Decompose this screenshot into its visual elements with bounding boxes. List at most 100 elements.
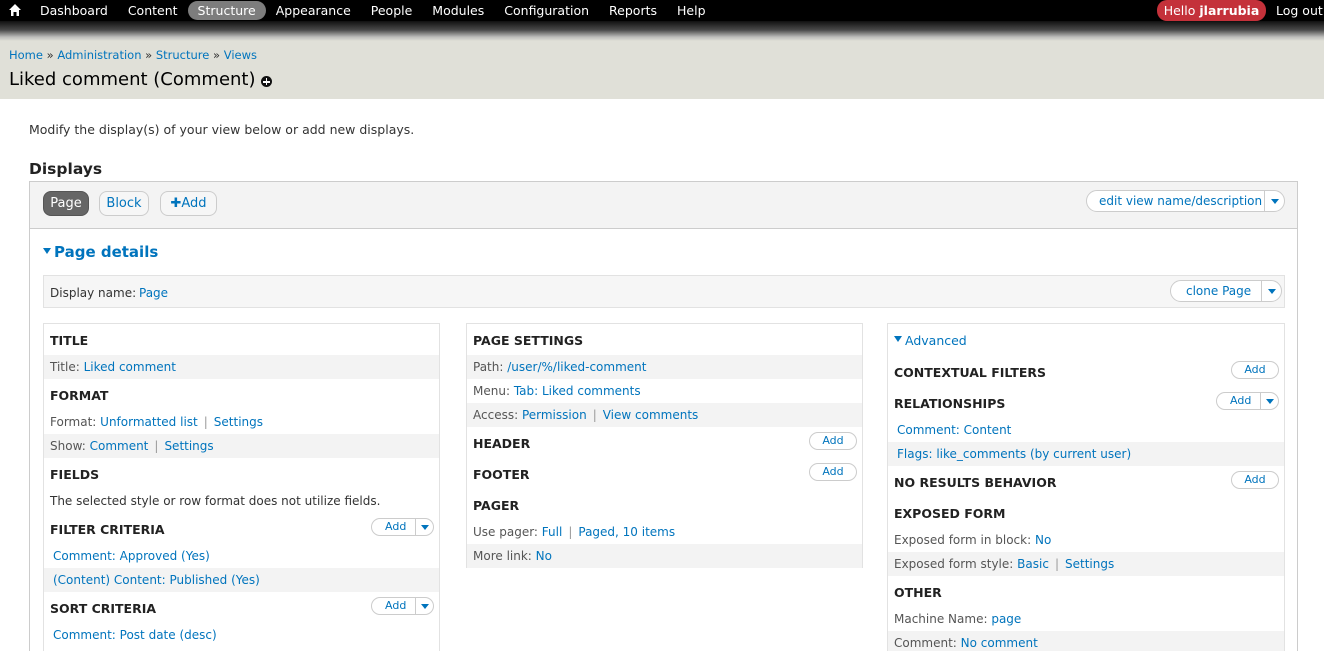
breadcrumb: Home » Administration » Structure » View… <box>9 48 257 62</box>
pager-items-link[interactable]: Paged, 10 items <box>578 525 675 539</box>
chevron-down-icon[interactable] <box>1261 281 1281 301</box>
edit-view-name-button[interactable]: edit view name/description <box>1086 190 1285 212</box>
toolbar-item-appearance[interactable]: Appearance <box>266 1 361 20</box>
user-greeting[interactable]: Hello jlarrubia <box>1157 0 1266 21</box>
toolbar-item-reports[interactable]: Reports <box>599 1 667 20</box>
chevron-down-icon[interactable] <box>1260 393 1278 409</box>
logout-link[interactable]: Log out <box>1276 3 1323 18</box>
breadcrumb-structure[interactable]: Structure <box>156 48 210 62</box>
show-label: Show: <box>50 439 86 453</box>
footer-add-button[interactable]: Add <box>809 463 857 481</box>
page-header: Home » Administration » Structure » View… <box>0 41 1324 99</box>
no-results-add-button[interactable]: Add <box>1231 471 1279 489</box>
toolbar-item-structure[interactable]: Structure <box>187 1 266 20</box>
menu-label: Menu: <box>473 384 510 398</box>
section-sort-criteria: Sort criteria <box>50 601 157 616</box>
more-link-row: More link: No <box>467 544 862 568</box>
filter-item: (Content) Content: Published (Yes) <box>44 568 439 592</box>
page-details-toggle[interactable]: Page details <box>43 243 158 261</box>
use-pager-value[interactable]: Full <box>542 525 563 539</box>
section-filter-criteria: Filter criteria <box>50 522 165 537</box>
filter-item-link[interactable]: (Content) Content: Published (Yes) <box>53 573 260 587</box>
section-header: Header <box>473 436 531 451</box>
section-title: Title <box>50 333 89 348</box>
plus-icon: ✚ <box>170 196 182 211</box>
chevron-down-icon[interactable] <box>415 598 433 614</box>
section-fields: Fields <box>50 467 100 482</box>
relationship-item-link[interactable]: Flags: like_comments (by current user) <box>897 447 1131 461</box>
use-pager-label: Use pager: <box>473 525 538 539</box>
username: jlarrubia <box>1199 3 1260 18</box>
fields-note: The selected style or row format does no… <box>50 494 381 508</box>
toolbar-item-people[interactable]: People <box>361 1 423 20</box>
show-settings-link[interactable]: Settings <box>164 439 213 453</box>
breadcrumb-administration[interactable]: Administration <box>57 48 141 62</box>
display-name-bar: Display name: Page clone Page <box>43 275 1285 308</box>
add-display-button[interactable]: ✚Add <box>160 191 217 216</box>
title-label: Title: <box>50 360 80 374</box>
path-row: Path: /user/%/liked-comment <box>467 355 862 379</box>
more-link-value[interactable]: No <box>536 549 552 563</box>
clone-page-label: clone Page <box>1186 284 1252 298</box>
sort-item-link[interactable]: Comment: Post date (desc) <box>53 628 217 642</box>
display-name-label: Display name: <box>50 286 137 300</box>
section-pager: Pager <box>473 498 520 513</box>
format-settings-link[interactable]: Settings <box>214 415 263 429</box>
section-page-settings: Page settings <box>473 333 584 348</box>
filter-item-link[interactable]: Comment: Approved (Yes) <box>53 549 210 563</box>
contextual-add-button[interactable]: Add <box>1231 361 1279 379</box>
machine-name-row: Machine Name: page <box>888 607 1284 631</box>
filter-add-button[interactable]: Add <box>371 518 434 536</box>
exposed-style-settings-link[interactable]: Settings <box>1065 557 1114 571</box>
add-shortcut-icon[interactable] <box>261 76 272 87</box>
sort-add-button[interactable]: Add <box>371 597 434 615</box>
toolbar-item-content[interactable]: Content <box>118 1 188 20</box>
section-no-results: No results behavior <box>894 475 1057 490</box>
chevron-down-icon[interactable] <box>1264 191 1284 211</box>
section-contextual-filters: Contextual filters <box>894 365 1047 380</box>
exposed-style-label: Exposed form style: <box>894 557 1014 571</box>
access-row: Access: Permission | View comments <box>467 403 862 427</box>
use-pager-row: Use pager: Full | Paged, 10 items <box>473 525 676 539</box>
display-panel: Page Block ✚Add edit view name/descripti… <box>29 181 1298 651</box>
menu-value[interactable]: Tab: Liked comments <box>514 384 641 398</box>
path-value[interactable]: /user/%/liked-comment <box>507 360 646 374</box>
format-value[interactable]: Unformatted list <box>100 415 198 429</box>
relationships-add-button[interactable]: Add <box>1216 392 1279 410</box>
breadcrumb-home[interactable]: Home <box>9 48 43 62</box>
access-extra-link[interactable]: View comments <box>603 408 699 422</box>
hello-text: Hello <box>1163 3 1196 18</box>
section-exposed-form: Exposed form <box>894 506 1006 521</box>
clone-page-button[interactable]: clone Page <box>1170 280 1282 302</box>
breadcrumb-views[interactable]: Views <box>224 48 257 62</box>
toolbar-item-configuration[interactable]: Configuration <box>494 1 599 20</box>
advanced-toggle[interactable]: Advanced <box>894 333 967 348</box>
toolbar-item-help[interactable]: Help <box>667 1 716 20</box>
sort-item: Comment: Post date (desc) <box>44 623 439 647</box>
toolbar-menu: Dashboard Content Structure Appearance P… <box>30 0 716 21</box>
exposed-block-row: Exposed form in block: No <box>888 528 1284 552</box>
section-format: Format <box>50 388 109 403</box>
show-value[interactable]: Comment <box>90 439 149 453</box>
title-value[interactable]: Liked comment <box>84 360 176 374</box>
header-add-button[interactable]: Add <box>809 432 857 450</box>
format-row: Format: Unformatted list | Settings <box>50 415 264 429</box>
format-label: Format: <box>50 415 97 429</box>
access-label: Access: <box>473 408 519 422</box>
exposed-block-value[interactable]: No <box>1035 533 1051 547</box>
comment-value[interactable]: No comment <box>961 636 1038 650</box>
toolbar-item-modules[interactable]: Modules <box>422 1 494 20</box>
tab-page[interactable]: Page <box>43 191 89 216</box>
tab-block[interactable]: Block <box>99 191 149 216</box>
chevron-down-icon[interactable] <box>415 519 433 535</box>
home-icon[interactable] <box>8 3 22 17</box>
exposed-style-value[interactable]: Basic <box>1017 557 1049 571</box>
toolbar-item-dashboard[interactable]: Dashboard <box>30 1 118 20</box>
section-other: Other <box>894 585 942 600</box>
sort-add-label: Add <box>385 599 407 612</box>
display-name-value[interactable]: Page <box>139 286 168 300</box>
relationship-item-link[interactable]: Comment: Content <box>897 423 1011 437</box>
machine-name-value[interactable]: page <box>991 612 1021 626</box>
triangle-down-icon <box>894 336 902 342</box>
access-value[interactable]: Permission <box>522 408 587 422</box>
